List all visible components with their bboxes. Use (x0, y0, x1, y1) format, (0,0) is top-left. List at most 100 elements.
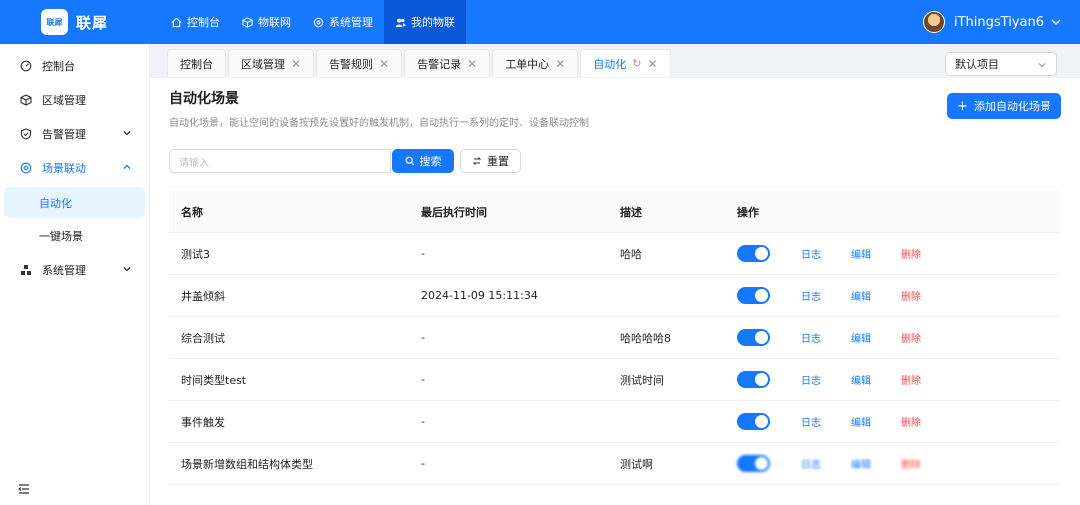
cell-name: 测试3 (181, 247, 210, 261)
edit-link[interactable]: 编辑 (851, 414, 871, 429)
log-link[interactable]: 日志 (801, 330, 821, 345)
chevron-down-icon (1038, 63, 1046, 68)
edit-link[interactable]: 编辑 (851, 372, 871, 387)
log-link[interactable]: 日志 (801, 246, 821, 261)
table-row: 场景新增数组和结构体类型 - 测试啊 日志 编辑 删除 (169, 443, 1060, 485)
project-select-value: 默认项目 (955, 58, 999, 71)
table-row: 井盖倾斜 2024-11-09 15:11:34 日志 编辑 删除 (169, 275, 1060, 317)
delete-link[interactable]: 删除 (901, 288, 921, 303)
table-row: 综合测试 - 哈哈哈哈8 日志 编辑 删除 (169, 317, 1060, 359)
delete-link[interactable]: 删除 (901, 372, 921, 387)
topnav-iot[interactable]: 物联网 (231, 0, 302, 44)
user-menu[interactable]: iThingsTiyan6 (923, 0, 1062, 44)
project-select[interactable]: 默认项目 (945, 52, 1057, 76)
delete-link[interactable]: 删除 (901, 456, 921, 471)
enable-switch[interactable] (737, 371, 770, 388)
cell-last-run: - (421, 373, 425, 386)
close-icon[interactable]: ✕ (647, 57, 657, 71)
log-link[interactable]: 日志 (801, 288, 821, 303)
tab-work-order[interactable]: 工单中心 ✕ (492, 49, 579, 77)
close-icon[interactable]: ✕ (467, 57, 477, 71)
cell-description: 哈哈哈哈8 (620, 331, 671, 345)
search-input[interactable]: 请输入 (169, 149, 391, 173)
reset-button[interactable]: 重置 (460, 149, 521, 173)
sidebar-item-alarm[interactable]: 告警管理 (0, 117, 149, 151)
topnav-console[interactable]: 控制台 (160, 0, 231, 44)
edit-link[interactable]: 编辑 (851, 330, 871, 345)
edit-link[interactable]: 编辑 (851, 456, 871, 471)
automation-table: 名称 最后执行时间 描述 操作 测试3 - 哈哈 日志 编辑 删除 井盖倾斜 2… (169, 191, 1060, 485)
home-icon (171, 17, 182, 27)
cell-actions: 日志 编辑 删除 (725, 413, 1060, 430)
users-icon (395, 18, 406, 27)
menu-collapse-icon[interactable] (18, 483, 30, 495)
topnav-label: 系统管理 (329, 16, 373, 29)
sidebar-item-label: 场景联动 (42, 162, 86, 175)
log-link[interactable]: 日志 (801, 456, 821, 471)
cell-name: 综合测试 (181, 331, 225, 345)
cell-description: 哈哈 (620, 247, 642, 261)
enable-switch[interactable] (737, 245, 770, 262)
cell-name: 场景新增数组和结构体类型 (181, 457, 313, 471)
sidebar-item-label: 区域管理 (42, 94, 86, 107)
cell-name: 时间类型test (181, 373, 247, 387)
tab-label: 区域管理 (241, 57, 285, 71)
tab-console[interactable]: 控制台 (167, 49, 226, 77)
tab-automation[interactable]: 自动化 ↻ ✕ (580, 49, 671, 77)
enable-switch[interactable] (737, 329, 770, 346)
column-header-name: 名称 (181, 205, 203, 219)
topnav-label: 控制台 (187, 16, 220, 29)
sidebar-subitem-automation[interactable]: 自动化 (4, 187, 145, 218)
settings-icon (313, 17, 324, 27)
cell-actions: 日志 编辑 删除 (725, 455, 1060, 472)
page-description: 自动化场景，能让空间的设备按预先设置好的触发机制，自动执行一系列的定时、设备联动… (169, 118, 589, 129)
search-button[interactable]: 搜索 (392, 149, 454, 173)
close-icon[interactable]: ✕ (379, 57, 389, 71)
topnav-label: 我的物联 (411, 16, 455, 29)
tab-label: 告警记录 (417, 57, 462, 71)
sidebar-item-area[interactable]: 区域管理 (0, 83, 149, 117)
sidebar-item-label: 告警管理 (42, 128, 86, 141)
delete-link[interactable]: 删除 (901, 330, 921, 345)
tab-label: 工单中心 (505, 57, 550, 71)
edit-link[interactable]: 编辑 (851, 288, 871, 303)
cell-name: 事件触发 (181, 415, 225, 429)
tab-label: 告警规则 (329, 57, 374, 71)
add-automation-button[interactable]: + 添加自动化场景 (947, 93, 1061, 119)
delete-link[interactable]: 删除 (901, 246, 921, 261)
sidebar-item-system[interactable]: 系统管理 (0, 253, 149, 287)
log-link[interactable]: 日志 (801, 372, 821, 387)
enable-switch[interactable] (737, 455, 770, 472)
close-icon[interactable]: ✕ (555, 57, 565, 71)
topnav-system[interactable]: 系统管理 (302, 0, 384, 44)
sidebar-subitem-one-click-scene[interactable]: 一键场景 (4, 220, 145, 251)
reload-icon[interactable]: ↻ (632, 57, 641, 70)
page-tabs: 控制台 区域管理 ✕ 告警规则 ✕ 告警记录 ✕ 工单中心 ✕ 自动化 ↻ ✕ (167, 49, 673, 77)
sidebar: 控制台 区域管理 告警管理 场景联动 自动化 一键场景 系统管理 (0, 44, 150, 505)
chevron-down-icon (123, 267, 131, 272)
enable-switch[interactable] (737, 287, 770, 304)
plus-icon: + (957, 98, 968, 114)
cell-actions: 日志 编辑 删除 (725, 287, 1060, 304)
reset-icon (472, 157, 482, 165)
close-icon[interactable]: ✕ (291, 57, 301, 71)
table-header: 名称 最后执行时间 描述 操作 (169, 191, 1060, 233)
topnav-my-iot[interactable]: 我的物联 (384, 0, 466, 44)
sidebar-item-scene[interactable]: 场景联动 (0, 151, 149, 185)
search-icon (405, 156, 414, 166)
shield-icon (20, 128, 32, 140)
cell-last-run: - (421, 331, 425, 344)
delete-link[interactable]: 删除 (901, 414, 921, 429)
edit-link[interactable]: 编辑 (851, 246, 871, 261)
scene-icon (20, 162, 32, 174)
enable-switch[interactable] (737, 413, 770, 430)
cell-last-run: - (421, 457, 425, 470)
tab-alarm-rules[interactable]: 告警规则 ✕ (316, 49, 403, 77)
cell-actions: 日志 编辑 删除 (725, 371, 1060, 388)
tab-alarm-records[interactable]: 告警记录 ✕ (404, 49, 491, 77)
tab-area[interactable]: 区域管理 ✕ (228, 49, 315, 77)
main-content: 自动化场景 自动化场景，能让空间的设备按预先设置好的触发机制，自动执行一系列的定… (150, 78, 1080, 505)
sidebar-item-console[interactable]: 控制台 (0, 49, 149, 83)
log-link[interactable]: 日志 (801, 414, 821, 429)
page-title: 自动化场景 (169, 91, 239, 107)
